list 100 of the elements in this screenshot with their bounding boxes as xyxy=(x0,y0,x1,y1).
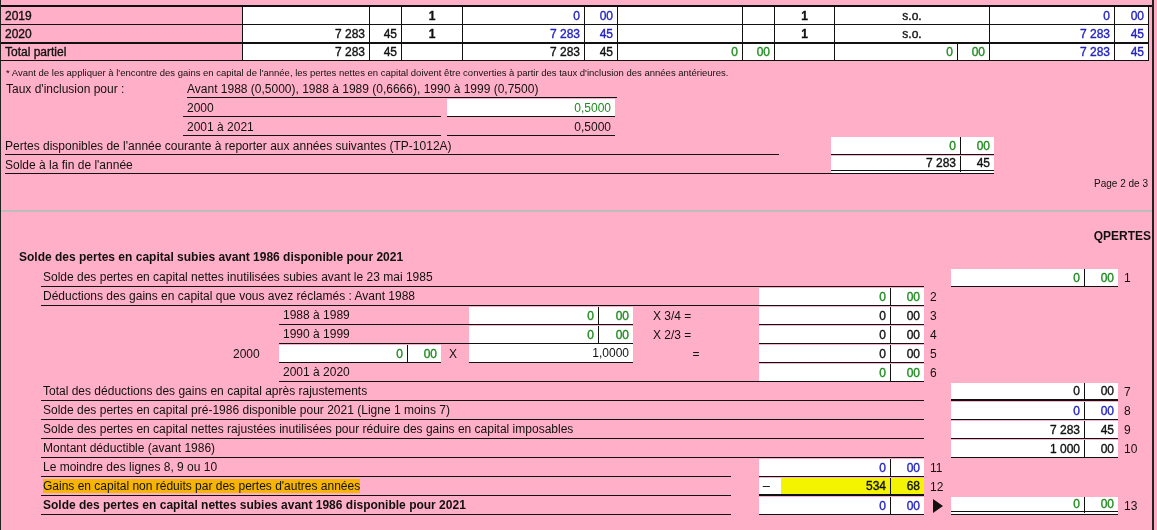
cents-cell: 45 xyxy=(370,25,402,43)
amount-cell: 0 xyxy=(759,326,891,344)
period-label: 1988 à 1989 xyxy=(283,308,350,322)
line-number: 4 xyxy=(929,327,938,344)
form-code: QPERTES xyxy=(1093,228,1152,243)
cents-cell: 00 xyxy=(1085,383,1118,401)
cents-cell: 00 xyxy=(891,459,924,477)
blank-cell xyxy=(402,43,463,61)
amount-cell: 0 xyxy=(990,7,1115,25)
cents-cell: 00 xyxy=(599,326,633,344)
amount-cell: 0 xyxy=(759,497,891,515)
amount-cell: 0 xyxy=(469,307,599,325)
amount-cell: 7 283 xyxy=(463,25,585,43)
blank-cell xyxy=(775,43,835,61)
period-label: 2001 à 2020 xyxy=(283,365,350,379)
line-number: 12 xyxy=(929,479,945,496)
cents-cell: 00 xyxy=(891,364,924,382)
period-label: 2001 à 2021 xyxy=(183,118,441,136)
cents-cell: 45 xyxy=(1115,43,1149,61)
rate-cell: 0,5000 xyxy=(447,118,615,136)
cents-cell: 00 xyxy=(891,326,924,344)
line-number: 6 xyxy=(929,365,938,382)
cents-cell: 68 xyxy=(891,478,924,496)
count-cell: 1 xyxy=(775,25,835,43)
row-label: Total partiel xyxy=(1,43,243,61)
amount-cell: 7 283 xyxy=(990,43,1115,61)
line-label: Solde des pertes en capital nettes inutilisées subies avant le 23 mai 1985 xyxy=(43,270,433,284)
carryforward-label: Pertes disponibles de l'année courante à reporter aux années suivantes (TP-1012A) xyxy=(5,137,779,155)
line-label: Solde des pertes en capital nettes rajustées inutilisées pour réduire des gains en capital imposables xyxy=(43,422,574,436)
line-number: 2 xyxy=(929,289,938,306)
cents-cell: 45 xyxy=(370,43,402,61)
count-cell: 1 xyxy=(402,7,463,25)
blank-cell xyxy=(743,25,775,43)
page-number: Page 2 de 3 xyxy=(1094,177,1149,189)
cents-cell: 00 xyxy=(891,307,924,325)
rate-cell: 1,0000 xyxy=(469,344,633,363)
amount-cell: 0 xyxy=(279,345,408,363)
amount-cell: 0 xyxy=(759,459,891,477)
cents-cell: 00 xyxy=(891,497,924,515)
amount-cell: 0 xyxy=(759,307,891,325)
section-title: Solde des pertes en capital subies avant 1986 disponible pour 2021 xyxy=(18,249,405,266)
operator-label: X xyxy=(448,346,458,363)
line-label: Solde des pertes en capital nettes subies avant 1986 disponible pour 2021 xyxy=(43,498,466,512)
amount-cell: 0 xyxy=(618,43,743,61)
amount-cell: 7 283 xyxy=(463,43,585,61)
rate-cell: 0,5000 xyxy=(447,99,615,117)
note-cell: s.o. xyxy=(835,7,990,25)
cents-cell: 00 xyxy=(1085,269,1118,287)
amount-cell: 0 xyxy=(463,7,585,25)
amount-cell: 7 283 xyxy=(243,25,370,43)
amount-cell: 0 xyxy=(469,326,599,344)
line-number: 8 xyxy=(1123,403,1132,420)
year-end-label: Solde à la fin de l'année xyxy=(5,156,831,174)
line-number: 3 xyxy=(929,308,938,325)
operator-label: X 3/4 = xyxy=(652,308,693,325)
line-label: Montant déductible (avant 1986) xyxy=(43,441,216,455)
cents-cell: 45 xyxy=(1085,421,1118,439)
period-label: 1990 à 1999 xyxy=(283,327,350,341)
cents-cell: 00 xyxy=(743,43,775,61)
cents-cell: 00 xyxy=(599,307,633,325)
amount-cell: 534 xyxy=(781,478,891,496)
cents-cell: 00 xyxy=(891,288,924,306)
cents-cell: 00 xyxy=(1085,402,1118,420)
cents-cell: 00 xyxy=(961,137,994,155)
amount-cell: 0 xyxy=(759,345,891,363)
amount-cell: 0 xyxy=(951,269,1085,287)
line-number: 11 xyxy=(929,460,944,477)
operator-label: = xyxy=(691,346,701,363)
amount-cell: 7 283 xyxy=(951,421,1085,439)
line-number: 7 xyxy=(1123,384,1132,401)
amount-cell: 7 283 xyxy=(831,156,961,174)
cents-cell: 00 xyxy=(1115,7,1149,25)
period-label: 2000 xyxy=(233,346,261,363)
inclusion-label: Taux d'inclusion pour : xyxy=(6,81,126,98)
operator-label: X 2/3 = xyxy=(652,327,693,344)
amount-cell: 0 xyxy=(835,43,958,61)
line-label: Solde des pertes en capital pré-1986 disponible pour 2021 (Ligne 1 moins 7) xyxy=(43,403,450,417)
arrow-icon xyxy=(932,499,943,513)
amount-cell: 0 xyxy=(951,402,1085,420)
line-number: 5 xyxy=(929,346,938,363)
amount-cell: 0 xyxy=(831,137,961,155)
footnote: * Avant de les appliquer à l'encontre des gains en capital de l'année, les pertes nettes en capital doivent être converties à partir des taux d'inclusion des années antérieures. xyxy=(5,66,730,78)
row-label: 2020 xyxy=(1,25,243,43)
amount-cell: 7 283 xyxy=(243,43,370,61)
cents-cell: 45 xyxy=(1115,25,1149,43)
cents-cell: 45 xyxy=(585,43,618,61)
line-number: 1 xyxy=(1123,270,1132,287)
cents-cell: 00 xyxy=(891,345,924,363)
line-number: 13 xyxy=(1123,498,1139,515)
amount-cell: 0 xyxy=(759,364,891,382)
count-cell: 1 xyxy=(402,25,463,43)
line-label: Gains en capital non réduits par des pertes d'autres années xyxy=(43,479,361,493)
count-cell: 1 xyxy=(775,7,835,25)
amount-cell: 7 283 xyxy=(990,25,1115,43)
line-label: Total des déductions des gains en capital après rajustements xyxy=(43,384,368,398)
line-label: Déductions des gains en capital que vous avez réclamés : Avant 1988 xyxy=(43,289,415,303)
cents-cell: 00 xyxy=(1085,440,1118,458)
amount-cell: 0 xyxy=(951,497,1085,515)
note-cell: s.o. xyxy=(835,25,990,43)
amount-cell: 0 xyxy=(951,383,1085,401)
